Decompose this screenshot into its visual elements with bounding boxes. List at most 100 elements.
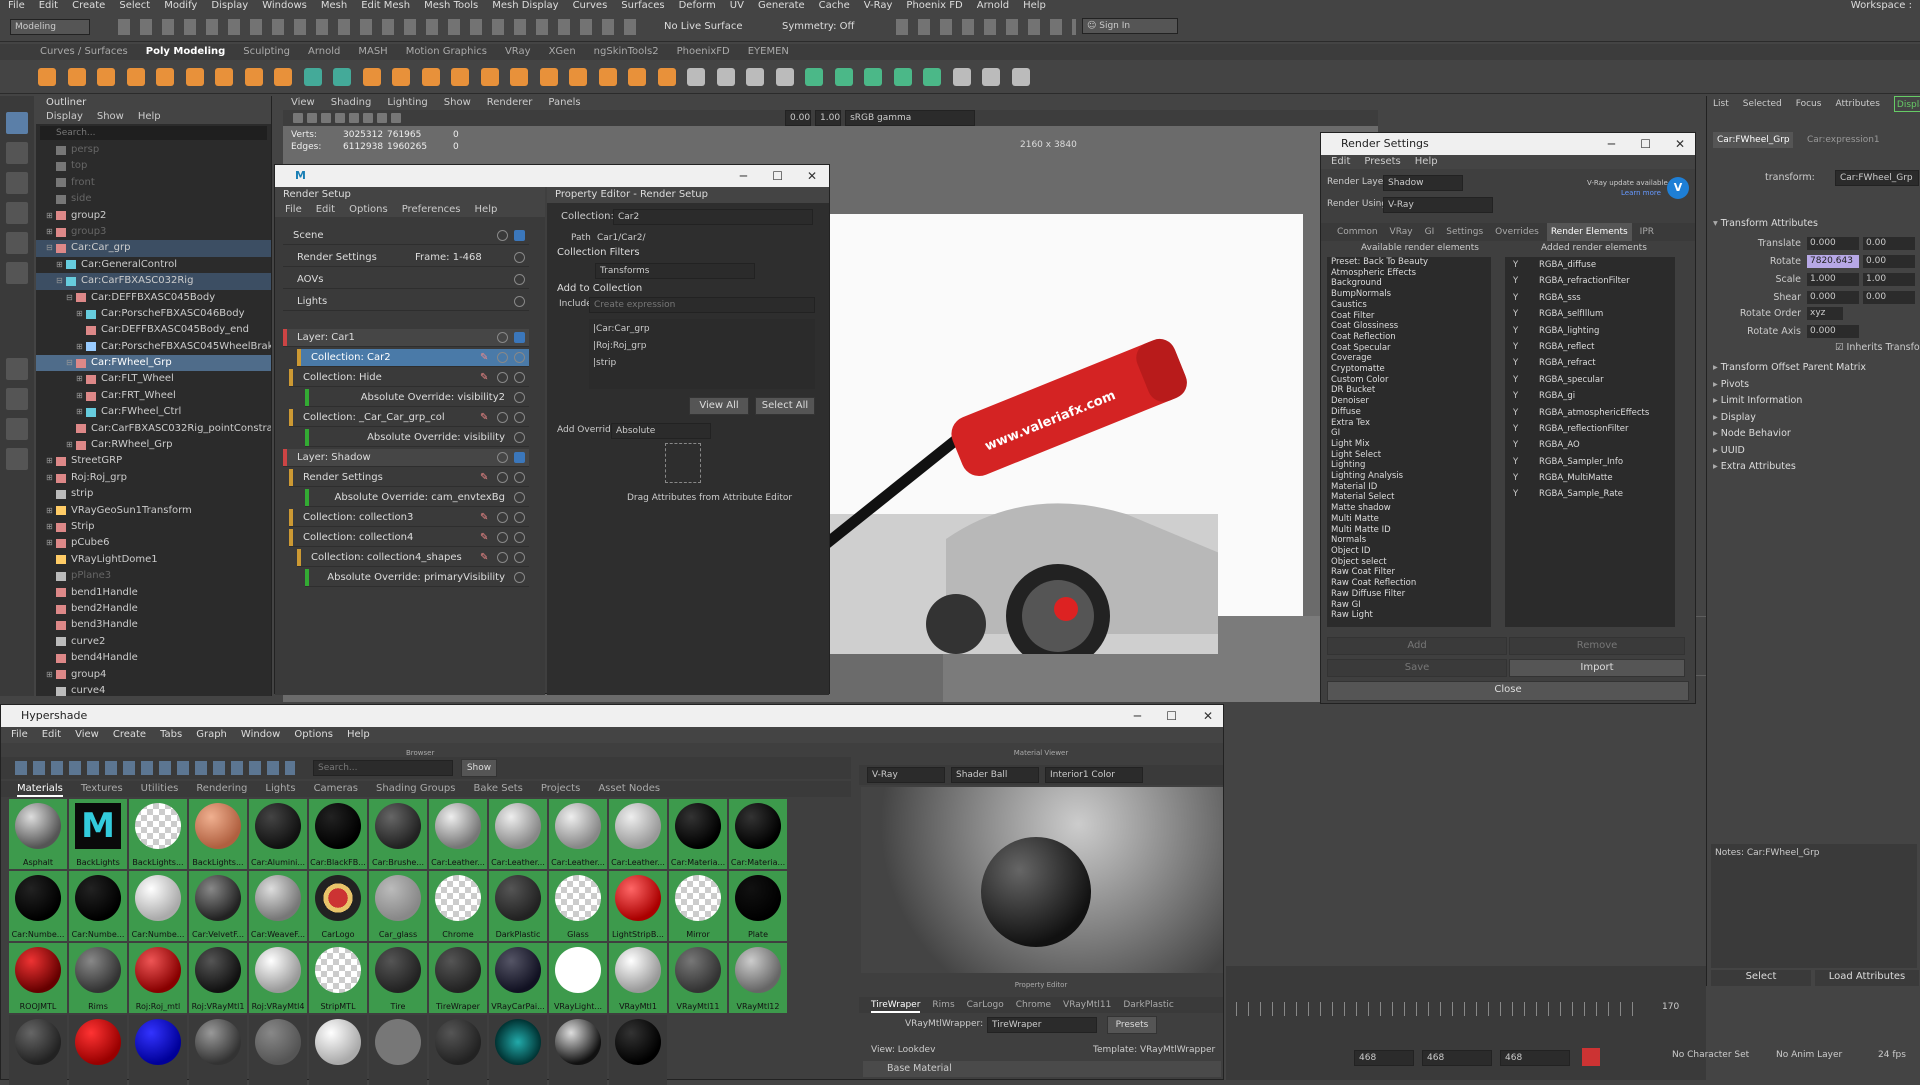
paint-icon[interactable]: ✎ <box>480 372 491 383</box>
render-setup-row[interactable]: Absolute Override: visibility <box>305 429 529 447</box>
material-swatch[interactable]: Car:Leather... <box>489 799 547 869</box>
expand-toggle-icon[interactable]: ⊞ <box>46 667 54 683</box>
close-icon[interactable]: ✕ <box>1675 133 1685 155</box>
paint-icon[interactable]: ✎ <box>480 532 491 543</box>
expand-toggle-icon[interactable]: ⊞ <box>46 470 54 486</box>
viewer-shape-dropdown[interactable]: Shader Ball <box>951 767 1039 783</box>
rotate-order-row[interactable]: Rotate Order xyz <box>1707 306 1920 321</box>
rotate-axis-field[interactable]: 0.000 <box>1807 325 1859 338</box>
material-swatch[interactable]: DarkPlastic <box>489 871 547 941</box>
scale-tool-icon[interactable] <box>6 262 28 284</box>
available-element[interactable]: Atmospheric Effects <box>1327 268 1491 279</box>
shelf-tool-12-icon[interactable] <box>362 68 381 86</box>
available-element[interactable]: BumpNormals <box>1327 289 1491 300</box>
tab-common[interactable]: Common <box>1333 223 1382 241</box>
property-tab-tirewraper[interactable]: TireWraper <box>871 997 921 1013</box>
shelf-tool-7-icon[interactable] <box>215 68 233 86</box>
hypershade-menu-graph[interactable]: Graph <box>196 727 227 743</box>
grid-icon[interactable] <box>307 113 317 123</box>
disable-icon[interactable] <box>514 352 525 363</box>
menu-item-phoenix-fd[interactable]: Phoenix FD <box>906 0 962 12</box>
outliner-item[interactable]: bend1Handle <box>36 585 271 601</box>
shelf-tool-18-icon[interactable] <box>539 68 558 86</box>
attribute-x-field[interactable]: 0.000 <box>1807 291 1859 304</box>
checkbox-icon[interactable]: ☑ <box>1835 342 1847 353</box>
available-element[interactable]: Coat Filter <box>1327 311 1491 322</box>
range-end-field[interactable]: 468 <box>1500 1050 1570 1066</box>
maximize-icon[interactable]: ☐ <box>772 165 783 187</box>
solo-icon[interactable] <box>497 352 508 363</box>
outliner-item[interactable]: strip <box>36 486 271 502</box>
tab-vray[interactable]: VRay <box>1386 223 1417 241</box>
move-tool-icon[interactable] <box>6 202 28 224</box>
shelf-tool-8-icon[interactable] <box>244 68 263 86</box>
outliner-item[interactable]: ⊞ Car:FWheel_Ctrl <box>36 404 271 420</box>
menu-item-v-ray[interactable]: V-Ray <box>864 0 893 12</box>
attribute-menu-display[interactable]: Display <box>1893 96 1920 112</box>
filter-dropdown[interactable]: Transforms <box>595 263 755 279</box>
shelf-tool-21-icon[interactable] <box>628 68 646 86</box>
paint-icon[interactable]: ✎ <box>480 412 491 423</box>
viewport-menu-shading[interactable]: Shading <box>331 96 372 110</box>
menu-item-edit-mesh[interactable]: Edit Mesh <box>361 0 410 12</box>
render-setup-menu-file[interactable]: File <box>285 203 302 217</box>
wireframe-icon[interactable] <box>321 113 331 123</box>
available-element[interactable]: Multi Matte <box>1327 514 1491 525</box>
outliner-item[interactable]: ⊞ group3 <box>36 224 271 240</box>
material-swatch[interactable] <box>249 1015 307 1085</box>
gear-icon[interactable] <box>514 252 525 263</box>
outliner-item[interactable]: top <box>36 158 271 174</box>
attribute-menu-attributes[interactable]: Attributes <box>1835 96 1879 112</box>
outliner-item[interactable]: bend2Handle <box>36 601 271 617</box>
expand-toggle-icon[interactable]: ⊟ <box>46 240 54 256</box>
material-swatch[interactable]: Car:Brushe... <box>369 799 427 869</box>
material-swatch[interactable]: BackLights... <box>129 799 187 869</box>
material-swatch[interactable]: Car:WeaveF... <box>249 871 307 941</box>
node-tab-fwheel[interactable]: Car:FWheel_Grp <box>1713 132 1793 148</box>
shelf-tab-mash[interactable]: MASH <box>358 44 387 60</box>
material-swatch[interactable]: Car:Materia... <box>669 799 727 869</box>
outliner-item[interactable]: VRayLightDome1 <box>36 552 271 568</box>
material-swatch[interactable] <box>489 1015 547 1085</box>
fps-dropdown[interactable]: 24 fps <box>1878 1050 1906 1060</box>
notes-panel[interactable]: Notes: Car:FWheel_Grp <box>1711 844 1917 968</box>
render-setup-menu-edit[interactable]: Edit <box>316 203 335 217</box>
material-swatch[interactable]: Car:Alumini... <box>249 799 307 869</box>
render-setup-menu-preferences[interactable]: Preferences <box>402 203 461 217</box>
auto-key-icon[interactable] <box>1582 1048 1600 1066</box>
shelf-tool-19-icon[interactable] <box>569 68 587 86</box>
menu-item-surfaces[interactable]: Surfaces <box>621 0 664 12</box>
shadows-icon[interactable] <box>377 113 387 123</box>
outliner-menu-show[interactable]: Show <box>97 110 124 124</box>
collection-member[interactable]: |Roj:Roj_grp <box>593 338 811 355</box>
outliner-item[interactable]: Car:DEFFBXASC045Body_end <box>36 322 271 338</box>
added-element[interactable]: RGBA_refract <box>1505 355 1675 372</box>
hypershade-menu-tabs[interactable]: Tabs <box>160 727 182 743</box>
renderable-icon[interactable] <box>514 452 525 463</box>
shelf-tab-arnold[interactable]: Arnold <box>308 44 340 60</box>
close-button[interactable]: Close <box>1327 681 1689 701</box>
available-element[interactable]: Raw Light <box>1327 610 1491 621</box>
material-swatch[interactable]: M BackLights <box>69 799 127 869</box>
disable-icon[interactable] <box>514 552 525 563</box>
expand-toggle-icon[interactable]: ⊞ <box>46 224 54 240</box>
shelf-tool-30-icon[interactable] <box>893 68 912 86</box>
include-expression-input[interactable]: Create expression <box>589 297 815 313</box>
expand-toggle-icon[interactable]: ⊟ <box>56 273 64 289</box>
material-swatch[interactable]: Chrome <box>429 871 487 941</box>
expand-toggle-icon[interactable]: ⊞ <box>76 339 84 355</box>
viewer-renderer-dropdown[interactable]: V-Ray <box>867 767 945 783</box>
material-swatch[interactable]: ROOJMTL <box>9 943 67 1013</box>
shelf-tool-23-icon[interactable] <box>687 68 705 86</box>
override-toggle-icon[interactable] <box>514 572 525 583</box>
material-swatch[interactable]: VRayLight... <box>549 943 607 1013</box>
maximize-icon[interactable]: ☐ <box>1640 133 1651 155</box>
outliner-item[interactable]: ⊞ Car:RWheel_Grp <box>36 437 271 453</box>
material-swatch[interactable]: VRayMtl12 <box>729 943 787 1013</box>
shelf-tab-sculpting[interactable]: Sculpting <box>243 44 290 60</box>
material-swatch[interactable]: VRayMtl11 <box>669 943 727 1013</box>
expand-toggle-icon[interactable]: ⊞ <box>46 503 54 519</box>
minimize-icon[interactable]: ─ <box>1608 133 1615 155</box>
attribute-menu-list[interactable]: List <box>1713 96 1729 112</box>
available-element[interactable]: Raw GI <box>1327 600 1491 611</box>
